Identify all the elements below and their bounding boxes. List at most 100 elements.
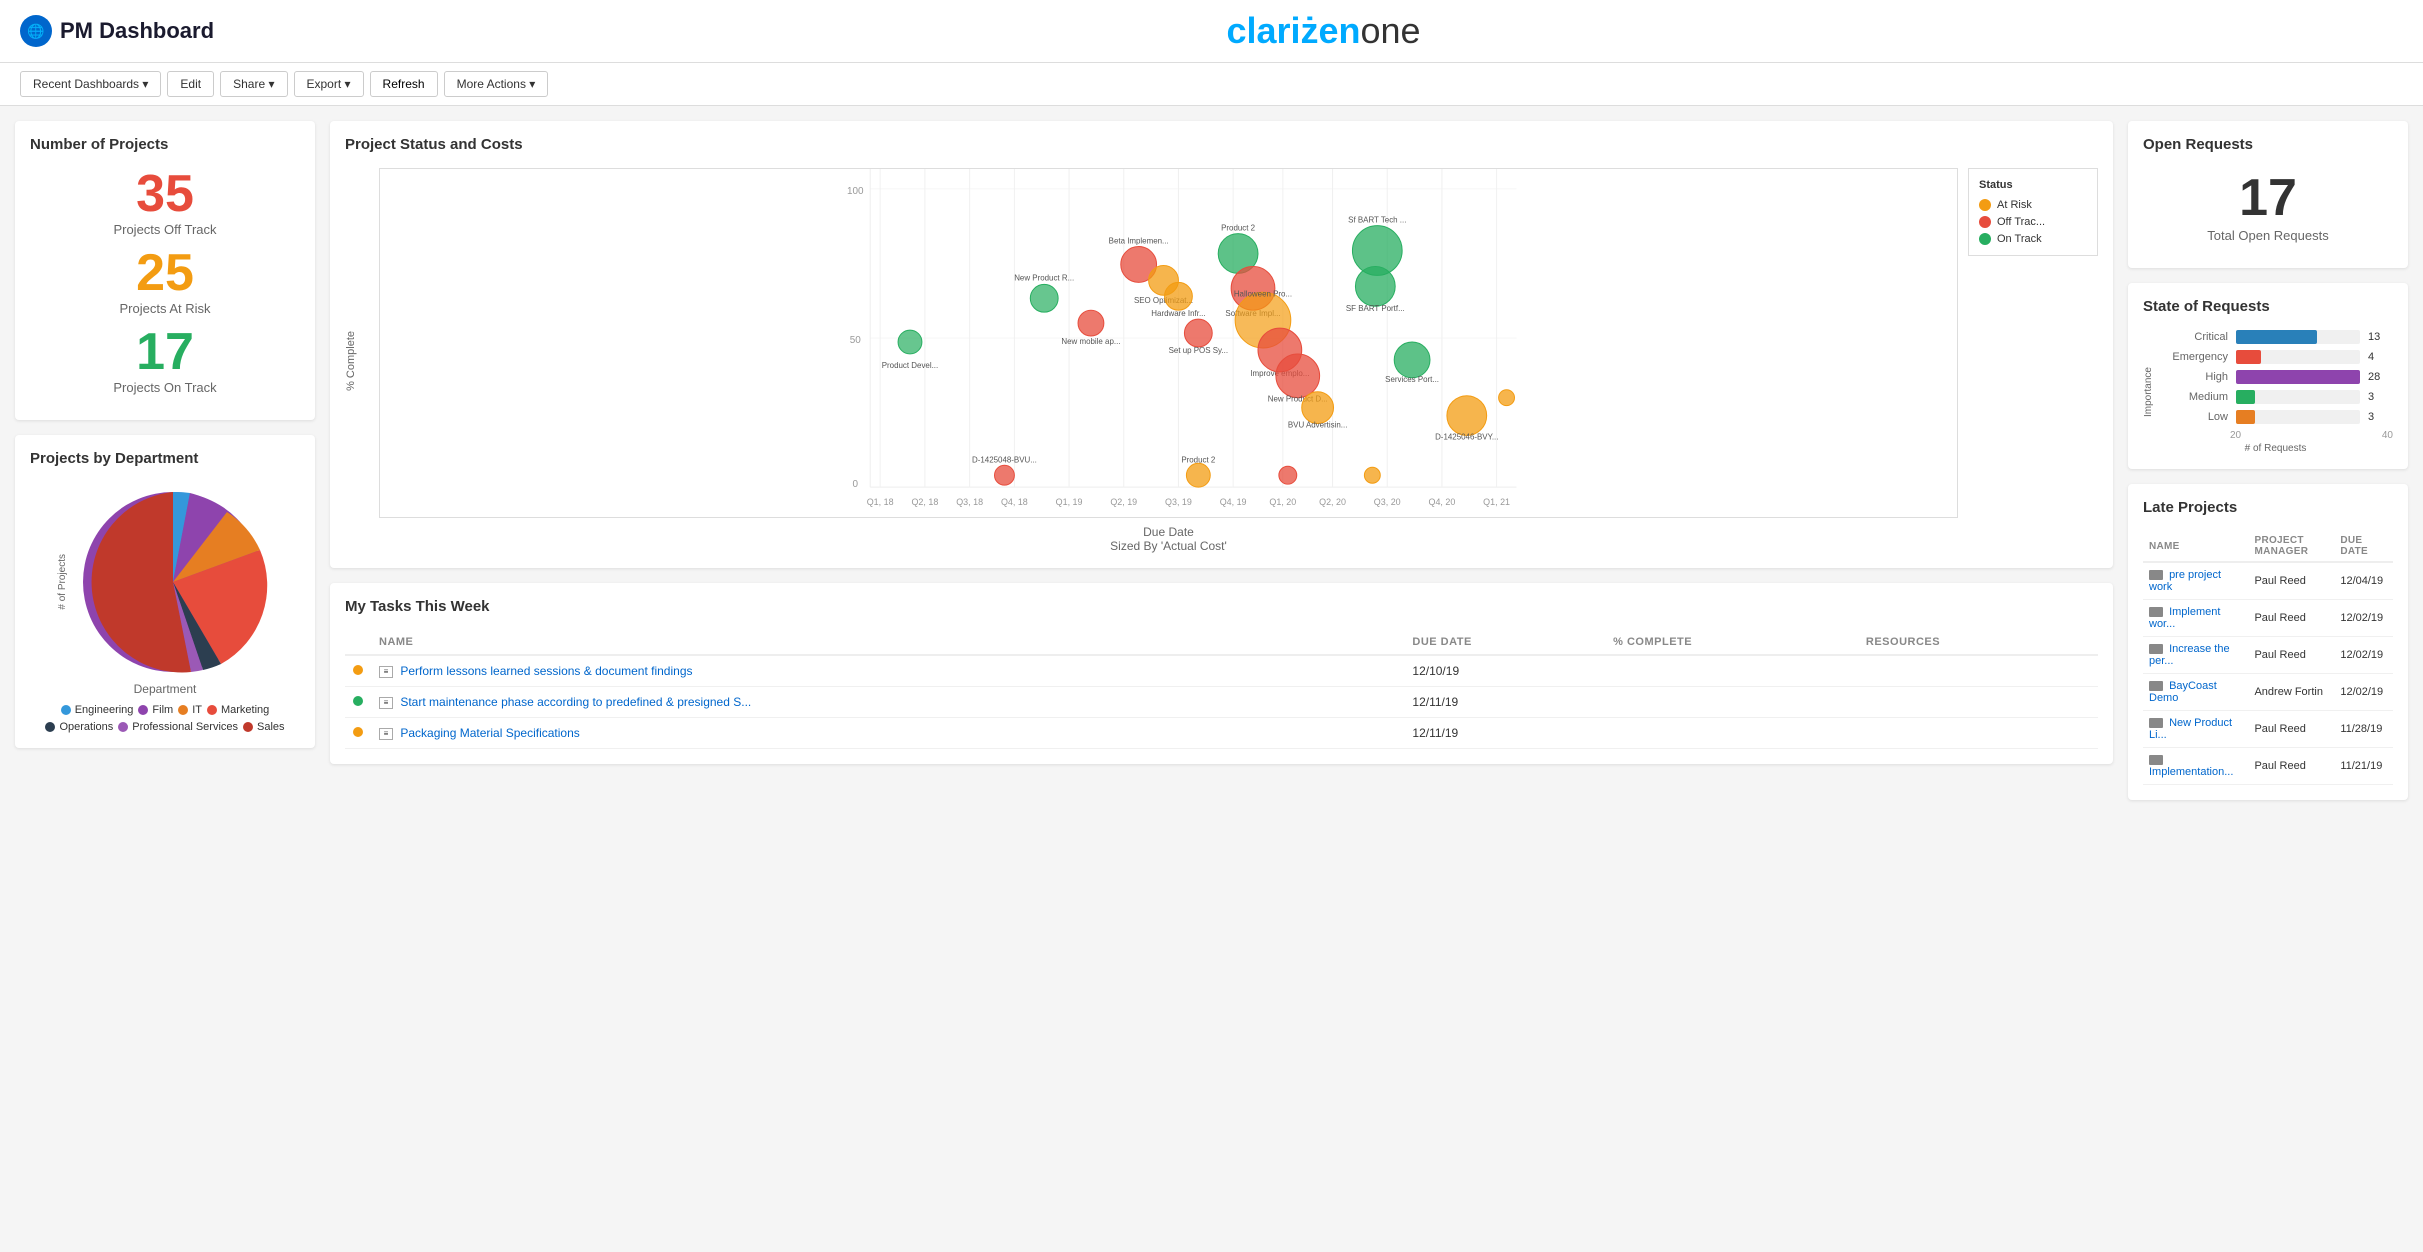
medium-bar [2236, 390, 2255, 404]
scatter-plot-container: 100 50 0 Q1, 18 Q2, 18 Q3, 18 Q4, 18 [379, 168, 1958, 553]
left-panel: Number of Projects 35 Projects Off Track… [15, 121, 315, 1237]
at-risk-label: Projects At Risk [30, 301, 300, 316]
svg-text:Q2, 18: Q2, 18 [911, 497, 938, 507]
app-title: PM Dashboard [60, 18, 214, 44]
svg-text:Q3, 19: Q3, 19 [1165, 497, 1192, 507]
film-dot [138, 705, 148, 715]
high-count: 28 [2368, 371, 2393, 383]
lp-manager-cell: Paul Reed [2248, 562, 2334, 600]
more-actions-button[interactable]: More Actions ▾ [444, 71, 549, 97]
svg-text:SF BART Portf...: SF BART Portf... [1346, 304, 1405, 313]
svg-text:Services Port...: Services Port... [1385, 375, 1439, 384]
svg-text:Halloween Pro...: Halloween Pro... [1234, 289, 1292, 298]
svg-text:Hardware Infr...: Hardware Infr... [1151, 309, 1205, 318]
refresh-button[interactable]: Refresh [370, 71, 438, 97]
proj-icon [2149, 570, 2163, 580]
number-of-projects-card: Number of Projects 35 Projects Off Track… [15, 121, 315, 420]
critical-bar-bg [2236, 330, 2360, 344]
on-track-legend-dot [1979, 233, 1991, 245]
svg-text:Sf BART Tech ...: Sf BART Tech ... [1348, 216, 1406, 225]
proj-link[interactable]: Implementation... [2149, 766, 2233, 778]
state-chart-wrapper: Importance Critical 13 Emergency [2143, 330, 2393, 454]
table-row: BayCoast Demo Andrew Fortin 12/02/19 [2143, 674, 2393, 711]
scatter-x-sub-label: Sized By 'Actual Cost' [379, 539, 1958, 553]
svg-text:Q1, 18: Q1, 18 [867, 497, 894, 507]
project-status-title: Project Status and Costs [345, 136, 2098, 153]
edit-button[interactable]: Edit [167, 71, 214, 97]
table-row: ≡ Start maintenance phase according to p… [345, 687, 2098, 718]
svg-text:Beta Implemen...: Beta Implemen... [1109, 237, 1169, 246]
lp-due-cell: 11/21/19 [2334, 748, 2393, 785]
legend-professional-services: Professional Services [118, 721, 238, 733]
svg-text:BVU Advertisin...: BVU Advertisin... [1288, 421, 1348, 430]
state-x-label: # of Requests [2158, 443, 2393, 454]
scatter-y-label: % Complete [345, 331, 357, 391]
svg-text:Set up POS Sy...: Set up POS Sy... [1169, 346, 1228, 355]
x-tick-20: 20 [2230, 430, 2241, 441]
svg-text:Product 2: Product 2 [1221, 224, 1256, 233]
recent-dashboards-button[interactable]: Recent Dashboards ▾ [20, 71, 161, 97]
on-track-legend-label: On Track [1997, 233, 2042, 245]
my-tasks-card: My Tasks This Week NAME DUE DATE % COMPL… [330, 583, 2113, 764]
task-status-dot [353, 696, 363, 706]
state-title: State of Requests [2143, 298, 2393, 315]
lp-due-cell: 12/02/19 [2334, 674, 2393, 711]
share-button[interactable]: Share ▾ [220, 71, 287, 97]
task-status-cell [345, 687, 371, 718]
medium-count: 3 [2368, 391, 2393, 403]
state-row-medium: Medium 3 [2158, 390, 2393, 404]
engineering-label: Engineering [75, 704, 134, 716]
center-panel: Project Status and Costs % Complete [315, 121, 2128, 1237]
scatter-svg: 100 50 0 Q1, 18 Q2, 18 Q3, 18 Q4, 18 [379, 168, 1958, 518]
task-name-link[interactable]: Perform lessons learned sessions & docum… [400, 664, 692, 678]
legend-marketing: Marketing [207, 704, 269, 716]
lp-due-cell: 11/28/19 [2334, 711, 2393, 748]
task-name-cell: ≡ Start maintenance phase according to p… [371, 687, 1404, 718]
svg-text:Q4, 19: Q4, 19 [1220, 497, 1247, 507]
marketing-dot [207, 705, 217, 715]
marketing-label: Marketing [221, 704, 269, 716]
task-status-dot [353, 665, 363, 675]
low-bar-bg [2236, 410, 2360, 424]
scatter-x-label: Due Date Sized By 'Actual Cost' [379, 525, 1958, 553]
on-track-count: 17 [30, 326, 300, 378]
lp-col-manager: PROJECT MANAGER [2248, 531, 2334, 562]
tasks-table-body: ≡ Perform lessons learned sessions & doc… [345, 655, 2098, 749]
scatter-legend: Status At Risk Off Trac... [1968, 168, 2098, 256]
critical-bar [2236, 330, 2317, 344]
svg-text:Q1, 21: Q1, 21 [1483, 497, 1510, 507]
lp-due-cell: 12/02/19 [2334, 637, 2393, 674]
legend-operations: Operations [45, 721, 113, 733]
legend-title: Status [1979, 179, 2087, 191]
toolbar: Recent Dashboards ▾ Edit Share ▾ Export … [0, 63, 2423, 106]
scatter-chart-area: 100 50 0 Q1, 18 Q2, 18 Q3, 18 Q4, 18 [379, 168, 2098, 553]
task-doc-icon: ≡ [379, 728, 393, 740]
export-button[interactable]: Export ▾ [294, 71, 364, 97]
task-doc-icon: ≡ [379, 666, 393, 678]
it-dot [178, 705, 188, 715]
requests-count-area: 17 Total Open Requests [2143, 168, 2393, 243]
state-bars-area: Critical 13 Emergency 4 [2158, 330, 2393, 454]
table-row: Implementation... Paul Reed 11/21/19 [2143, 748, 2393, 785]
task-doc-icon: ≡ [379, 697, 393, 709]
at-risk-legend-label: At Risk [1997, 199, 2032, 211]
logo-icon: 🌐 [20, 15, 52, 47]
lp-name-cell: Increase the per... [2143, 637, 2248, 674]
open-requests-title: Open Requests [2143, 136, 2393, 153]
sales-label: Sales [257, 721, 285, 733]
state-row-emergency: Emergency 4 [2158, 350, 2393, 364]
task-name-link[interactable]: Packaging Material Specifications [400, 726, 579, 740]
medium-label: Medium [2158, 391, 2228, 403]
task-due-cell: 12/11/19 [1404, 718, 1605, 749]
state-row-low: Low 3 [2158, 410, 2393, 424]
table-row: Increase the per... Paul Reed 12/02/19 [2143, 637, 2393, 674]
late-projects-header: NAME PROJECT MANAGER DUE DATE [2143, 531, 2393, 562]
task-name-link[interactable]: Start maintenance phase according to pre… [400, 695, 751, 709]
at-risk-count: 25 [30, 247, 300, 299]
high-bar-bg [2236, 370, 2360, 384]
app-logo: 🌐 PM Dashboard [20, 15, 214, 47]
proj-icon [2149, 755, 2163, 765]
off-track-label: Projects Off Track [30, 222, 300, 237]
state-y-axis: Importance [2143, 330, 2154, 454]
svg-text:D-1425046-BVY...: D-1425046-BVY... [1435, 432, 1498, 441]
